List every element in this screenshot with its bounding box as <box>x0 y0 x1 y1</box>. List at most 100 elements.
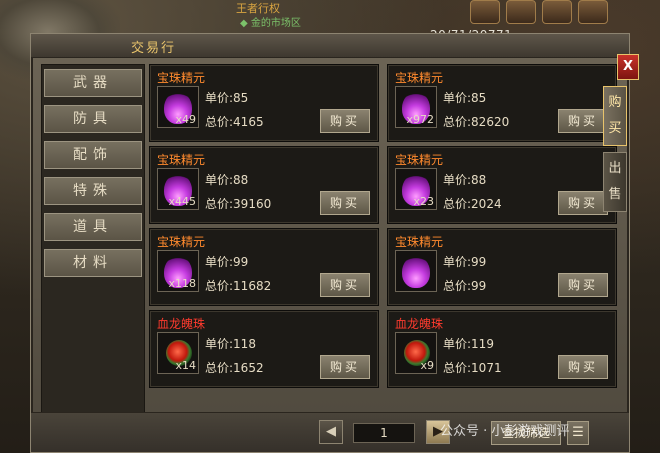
total-price: 总价:39160 <box>205 195 271 212</box>
category-items[interactable]: 道具 <box>44 213 142 241</box>
unit-price-value: 118 <box>233 337 256 351</box>
arrow-left-icon[interactable]: ◀ <box>319 420 343 444</box>
tab-sell[interactable]: 出售 <box>603 152 627 212</box>
tab-buy[interactable]: 购买 <box>603 86 627 146</box>
watermark: 公众号 · 小彭游戏测评 <box>440 424 570 439</box>
item-quantity: x9 <box>420 359 434 372</box>
total-price: 总价:2024 <box>443 195 502 212</box>
item-slot[interactable]: x9 <box>395 332 437 374</box>
list-icon[interactable]: ☰ <box>567 421 589 445</box>
item-name: 宝珠精元 <box>395 153 444 167</box>
unit-price-label: 单价: <box>443 337 472 351</box>
item-name: 宝珠精元 <box>395 71 444 85</box>
unit-price: 单价:85 <box>443 89 486 106</box>
listing-item: 血龙魄珠 x9 单价:119 总价:1071 购买 <box>387 310 617 388</box>
unit-price: 单价:119 <box>443 335 494 352</box>
unit-price-label: 单价: <box>443 255 472 269</box>
total-price-value: 11682 <box>233 279 272 293</box>
listing-item: 血龙魄珠 x14 单价:118 总价:1652 购买 <box>149 310 379 388</box>
buy-button[interactable]: 购买 <box>320 355 370 379</box>
item-quantity: x118 <box>168 277 196 290</box>
buy-button[interactable]: 购买 <box>558 109 608 133</box>
window-title: 交易行 <box>131 41 177 56</box>
category-armor[interactable]: 防具 <box>44 105 142 133</box>
total-price: 总价:11682 <box>205 277 271 294</box>
hud-icons <box>470 0 608 24</box>
total-price: 总价:1652 <box>205 359 264 376</box>
buy-button[interactable]: 购买 <box>558 273 608 297</box>
total-price-value: 39160 <box>233 197 272 211</box>
total-price: 总价:1071 <box>443 359 502 376</box>
hud-icon[interactable] <box>578 0 608 24</box>
unit-price-label: 单价: <box>205 337 234 351</box>
unit-price: 单价:85 <box>205 89 248 106</box>
total-price: 总价:82620 <box>443 113 509 130</box>
unit-price-label: 单价: <box>205 255 234 269</box>
unit-price: 单价:88 <box>205 171 248 188</box>
total-price-label: 总价: <box>443 197 472 211</box>
item-name: 宝珠精元 <box>395 235 444 249</box>
buy-button[interactable]: 购买 <box>320 273 370 297</box>
total-price-label: 总价: <box>205 279 234 293</box>
listing-item: 宝珠精元 x972 单价:85 总价:82620 购买 <box>387 64 617 142</box>
category-special[interactable]: 特殊 <box>44 177 142 205</box>
hud-icon[interactable] <box>506 0 536 24</box>
unit-price-label: 单价: <box>205 91 234 105</box>
item-slot[interactable]: x445 <box>157 168 199 210</box>
total-price-label: 总价: <box>443 115 472 129</box>
listing-item: 宝珠精元 单价:99 总价:99 购买 <box>387 228 617 306</box>
item-quantity: x23 <box>413 195 434 208</box>
listing-item: 宝珠精元 x445 单价:88 总价:39160 购买 <box>149 146 379 224</box>
total-price-label: 总价: <box>205 361 234 375</box>
total-price-label: 总价: <box>443 279 472 293</box>
buy-button[interactable]: 购买 <box>320 191 370 215</box>
item-quantity: x972 <box>406 113 434 126</box>
total-price-value: 82620 <box>471 115 510 129</box>
item-slot[interactable]: x972 <box>395 86 437 128</box>
buy-button[interactable]: 购买 <box>558 191 608 215</box>
unit-price-value: 99 <box>233 255 249 269</box>
unit-price: 单价:99 <box>443 253 486 270</box>
item-slot[interactable]: x23 <box>395 168 437 210</box>
total-price-label: 总价: <box>205 197 234 211</box>
listing-grid: 宝珠精元 x49 单价:85 总价:4165 购买 宝珠精元 x972 单价:8… <box>149 64 619 414</box>
unit-price-value: 85 <box>471 91 487 105</box>
total-price-label: 总价: <box>205 115 234 129</box>
item-quantity: x49 <box>175 113 196 126</box>
item-slot[interactable]: x14 <box>157 332 199 374</box>
total-price-label: 总价: <box>443 361 472 375</box>
listing-item: 宝珠精元 x23 单价:88 总价:2024 购买 <box>387 146 617 224</box>
item-name: 血龙魄珠 <box>157 317 206 331</box>
item-quantity: x14 <box>175 359 196 372</box>
item-slot[interactable]: x49 <box>157 86 199 128</box>
close-button[interactable]: X <box>617 54 639 80</box>
hud-subtitle: ◆ 金的市场区 <box>240 18 301 29</box>
total-price-value: 99 <box>471 279 487 293</box>
total-price: 总价:99 <box>443 277 486 294</box>
item-slot[interactable] <box>395 250 437 292</box>
unit-price: 单价:118 <box>205 335 256 352</box>
unit-price-label: 单价: <box>443 173 472 187</box>
buy-button[interactable]: 购买 <box>320 109 370 133</box>
category-menu: 武器 防具 配饰 特殊 道具 材料 <box>41 64 145 419</box>
hud-icon[interactable] <box>470 0 500 24</box>
category-materials[interactable]: 材料 <box>44 249 142 277</box>
hud-icon[interactable] <box>542 0 572 24</box>
unit-price-label: 单价: <box>443 91 472 105</box>
unit-price-label: 单价: <box>205 173 234 187</box>
title-bar: 交易行 <box>31 34 629 58</box>
category-weapons[interactable]: 武器 <box>44 69 142 97</box>
item-name: 宝珠精元 <box>157 153 206 167</box>
listing-item: 宝珠精元 x118 单价:99 总价:11682 购买 <box>149 228 379 306</box>
category-accessories[interactable]: 配饰 <box>44 141 142 169</box>
item-slot[interactable]: x118 <box>157 250 199 292</box>
orb-purple-icon <box>402 256 430 288</box>
buy-button[interactable]: 购买 <box>558 355 608 379</box>
total-price-value: 2024 <box>471 197 502 211</box>
item-name: 宝珠精元 <box>157 71 206 85</box>
unit-price-value: 85 <box>233 91 249 105</box>
total-price-value: 4165 <box>233 115 264 129</box>
trade-window: 交易行 X 武器 防具 配饰 特殊 道具 材料 宝珠精元 x49 单价:85 总… <box>30 33 639 453</box>
page-number-input[interactable]: 1 <box>353 423 415 443</box>
unit-price-value: 119 <box>471 337 494 351</box>
